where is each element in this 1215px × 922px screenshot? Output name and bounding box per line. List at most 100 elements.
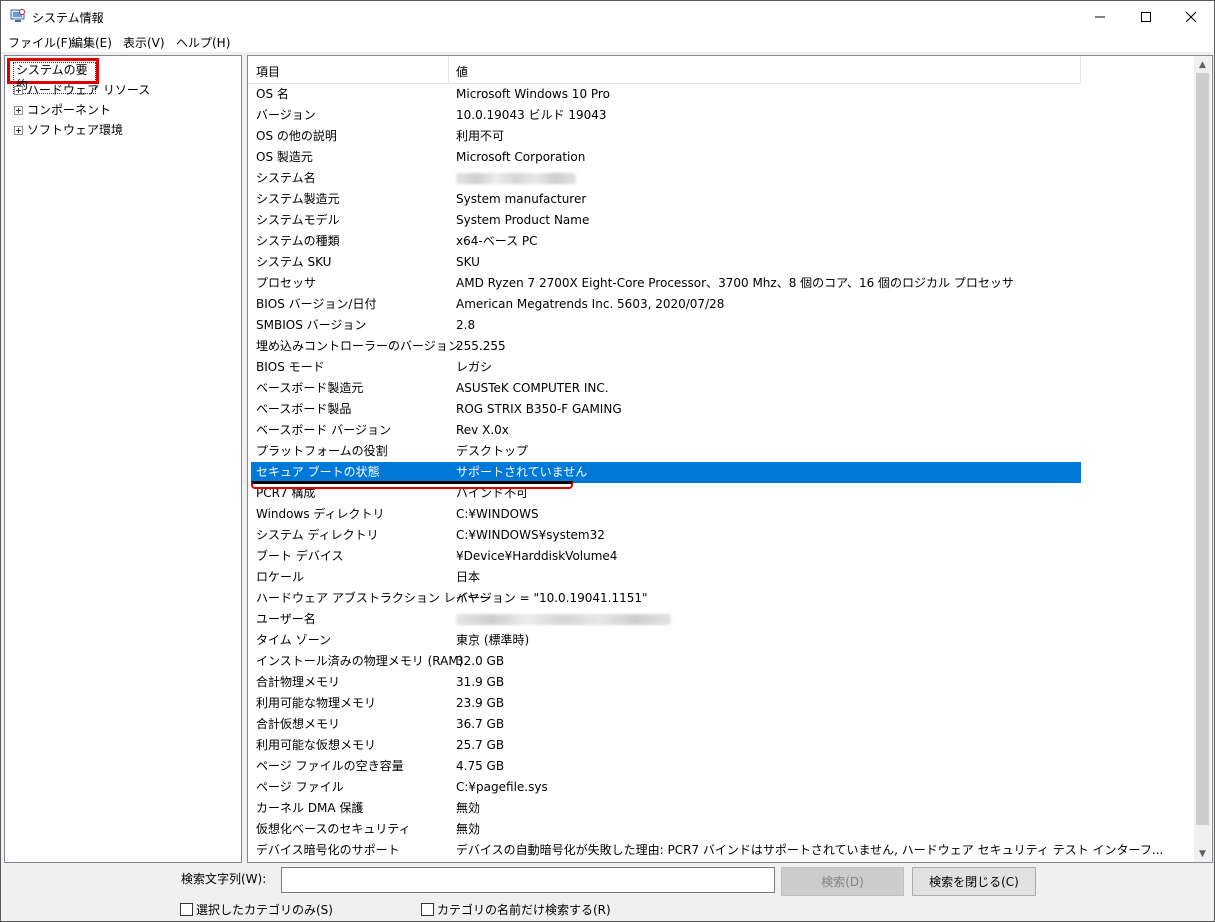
table-row[interactable]: ロケール 日本 xyxy=(251,567,1081,588)
scroll-thumb[interactable] xyxy=(1196,73,1209,825)
item-cell: デバイス暗号化のサポート xyxy=(256,843,400,857)
item-cell: セキュア ブートの状態 xyxy=(256,465,380,479)
search-input[interactable] xyxy=(281,867,775,893)
table-row[interactable]: BIOS モード レガシ xyxy=(251,357,1081,378)
table-row[interactable]: システム名 xyxy=(251,168,1081,189)
item-cell: 合計物理メモリ xyxy=(256,675,341,689)
table-row[interactable]: ページ ファイルの空き容量 4.75 GB xyxy=(251,756,1081,777)
table-row[interactable]: 利用可能な物理メモリ 23.9 GB xyxy=(251,693,1081,714)
table-row[interactable]: OS の他の説明 利用不可 xyxy=(251,126,1081,147)
item-cell: ページ ファイルの空き容量 xyxy=(256,759,404,773)
value-cell: 31.9 GB xyxy=(456,675,505,689)
value-cell: 23.9 GB xyxy=(456,696,505,710)
category-names-only-checkbox[interactable]: カテゴリの名前だけ検索する(R) xyxy=(421,901,611,918)
value-cell: 25.7 GB xyxy=(456,738,505,752)
item-cell: OS 名 xyxy=(256,87,289,101)
menu-help[interactable]: ヘルプ(H) xyxy=(176,34,230,51)
table-row[interactable]: システムの種類 x64-ベース PC xyxy=(251,231,1081,252)
menu-view[interactable]: 表示(V) xyxy=(123,34,165,51)
item-cell: 利用可能な物理メモリ xyxy=(256,696,377,710)
checkbox-box[interactable] xyxy=(421,903,434,916)
maximize-button[interactable] xyxy=(1123,1,1169,32)
table-row[interactable]: Windows ディレクトリ C:¥WINDOWS xyxy=(251,504,1081,525)
item-cell: ベースボード バージョン xyxy=(256,423,391,437)
table-row[interactable]: 埋め込みコントローラーのバージョン 255.255 xyxy=(251,336,1081,357)
minimize-button[interactable] xyxy=(1077,1,1123,32)
scroll-down-icon[interactable]: ▼ xyxy=(1194,845,1211,862)
value-cell: 無効 xyxy=(456,801,481,815)
table-row[interactable]: デバイス暗号化のサポート デバイスの自動暗号化が失敗した理由: PCR7 バインド… xyxy=(251,840,1163,861)
expand-icon[interactable] xyxy=(14,126,23,135)
item-cell: プロセッサ xyxy=(256,276,317,290)
table-row[interactable]: ベースボード製品 ROG STRIX B350-F GAMING xyxy=(251,399,1081,420)
column-divider[interactable] xyxy=(448,56,449,82)
table-row[interactable]: システム製造元 System manufacturer xyxy=(251,189,1081,210)
value-cell: レガシ xyxy=(456,360,493,374)
table-row[interactable]: インストール済みの物理メモリ (RAM) 32.0 GB xyxy=(251,651,1081,672)
table-row[interactable]: ハードウェア アブストラクション レイヤー バージョン = "10.0.19041… xyxy=(251,588,1081,609)
expand-icon[interactable] xyxy=(14,86,23,95)
maximize-icon xyxy=(1141,11,1151,22)
value-cell: ¥Device¥HarddiskVolume4 xyxy=(456,549,618,563)
system-info-window: システム情報 ファイル(F) 編集(E) 表示(V) ヘルプ(H) システムの要… xyxy=(0,0,1215,922)
value-cell: 10.0.19043 ビルド 19043 xyxy=(456,108,607,122)
value-cell: System manufacturer xyxy=(456,192,587,206)
item-cell: SMBIOS バージョン xyxy=(256,318,367,332)
scroll-up-icon[interactable]: ▲ xyxy=(1194,56,1211,73)
table-row[interactable]: タイム ゾーン 東京 (標準時) xyxy=(251,630,1081,651)
details-list[interactable]: 項目 値 OS 名 Microsoft Windows 10 Pro バージョン 10… xyxy=(247,55,1213,863)
table-row[interactable]: バージョン 10.0.19043 ビルド 19043 xyxy=(251,105,1081,126)
tree-item-hardware-resources[interactable]: ハードウェア リソース xyxy=(14,81,150,99)
table-row[interactable]: 合計仮想メモリ 36.7 GB xyxy=(251,714,1081,735)
table-row[interactable]: システム SKU SKU xyxy=(251,252,1081,273)
table-row[interactable]: ユーザー名 xyxy=(251,609,1081,630)
tree-item-software-environment[interactable]: ソフトウェア環境 xyxy=(14,121,123,139)
highlight-underline xyxy=(251,481,573,489)
column-header-item[interactable]: 項目 xyxy=(256,63,280,80)
search-button[interactable]: 検索(D) xyxy=(781,867,904,896)
table-row[interactable]: OS 名 Microsoft Windows 10 Pro xyxy=(251,84,1081,105)
table-row[interactable]: システム ディレクトリ C:¥WINDOWS¥system32 xyxy=(251,525,1081,546)
menu-file[interactable]: ファイル(F) xyxy=(8,34,72,51)
value-cell: 32.0 GB xyxy=(456,654,505,668)
value-cell: 2.8 xyxy=(456,318,476,332)
minimize-icon xyxy=(1095,16,1105,17)
close-icon xyxy=(1186,11,1196,22)
expand-icon[interactable] xyxy=(14,106,23,115)
title-bar[interactable]: システム情報 xyxy=(1,1,1214,32)
selected-category-only-checkbox[interactable]: 選択したカテゴリのみ(S) xyxy=(180,901,333,918)
table-row[interactable]: 仮想化ベースのセキュリティ 無効 xyxy=(251,819,1081,840)
checkbox-box[interactable] xyxy=(180,903,193,916)
close-button[interactable] xyxy=(1168,1,1214,32)
column-header-value[interactable]: 値 xyxy=(456,63,468,80)
value-cell: x64-ベース PC xyxy=(456,234,538,248)
table-row[interactable]: プロセッサ AMD Ryzen 7 2700X Eight-Core Proces… xyxy=(251,273,1081,294)
table-row[interactable]: 利用可能な仮想メモリ 25.7 GB xyxy=(251,735,1081,756)
item-cell: 利用可能な仮想メモリ xyxy=(256,738,377,752)
table-row[interactable]: カーネル DMA 保護 無効 xyxy=(251,798,1081,819)
value-cell: American Megatrends Inc. 5603, 2020/07/2… xyxy=(456,297,725,311)
table-row[interactable]: 合計物理メモリ 31.9 GB xyxy=(251,672,1081,693)
item-cell: プラットフォームの役割 xyxy=(256,444,388,458)
close-search-button[interactable]: 検索を閉じる(C) xyxy=(912,867,1036,896)
value-cell: 255.255 xyxy=(456,339,506,353)
table-row[interactable]: ブート デバイス ¥Device¥HarddiskVolume4 xyxy=(251,546,1081,567)
table-row[interactable]: BIOS バージョン/日付 American Megatrends Inc. 56… xyxy=(251,294,1081,315)
item-cell: ユーザー名 xyxy=(256,612,316,626)
table-row[interactable]: プラットフォームの役割 デスクトップ xyxy=(251,441,1081,462)
table-row-selected[interactable]: セキュア ブートの状態 サポートされていません xyxy=(251,462,1081,483)
menu-edit[interactable]: 編集(E) xyxy=(71,34,112,51)
table-row[interactable]: システムモデル System Product Name xyxy=(251,210,1081,231)
vertical-scrollbar[interactable]: ▲ ▼ xyxy=(1194,56,1211,862)
table-row[interactable]: SMBIOS バージョン 2.8 xyxy=(251,315,1081,336)
table-row[interactable]: ベースボード バージョン Rev X.0x xyxy=(251,420,1081,441)
table-row[interactable]: OS 製造元 Microsoft Corporation xyxy=(251,147,1081,168)
category-tree[interactable]: システムの要約 ハードウェア リソース コンポーネント ソフトウェア環境 xyxy=(4,55,242,863)
list-header: 項目 値 xyxy=(248,56,1081,84)
tree-item-components[interactable]: コンポーネント xyxy=(14,101,111,119)
item-cell: 仮想化ベースのセキュリティ xyxy=(256,822,411,836)
table-row[interactable]: ページ ファイル C:¥pagefile.sys xyxy=(251,777,1081,798)
table-row[interactable]: ベースボード製造元 ASUSTeK COMPUTER INC. xyxy=(251,378,1081,399)
column-divider[interactable] xyxy=(1080,56,1081,82)
item-cell: システム ディレクトリ xyxy=(256,528,379,542)
